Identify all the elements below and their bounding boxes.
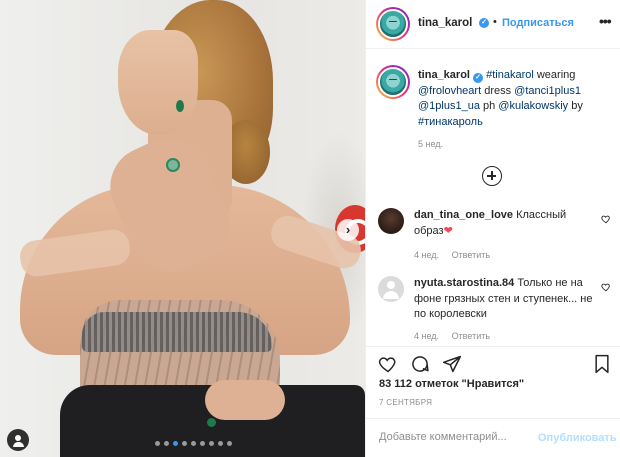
avatar[interactable] — [376, 7, 410, 41]
carousel-dot — [164, 441, 169, 446]
comment-input[interactable] — [379, 431, 539, 443]
caption-link[interactable]: @kulakowskiy — [498, 100, 568, 112]
face — [118, 30, 198, 135]
red-heart-emoji: ❤ — [443, 224, 453, 237]
carousel-dot — [155, 441, 160, 446]
caption-plain-text: by — [568, 100, 583, 112]
caption-link[interactable]: @tanci1plus1 — [514, 85, 581, 97]
plus-circle-icon[interactable] — [482, 166, 502, 186]
comment-username[interactable]: dan_tina_one_love — [414, 209, 513, 221]
reply-button[interactable]: Ответить — [452, 250, 490, 260]
reply-button[interactable]: Ответить — [452, 331, 490, 341]
avatar[interactable] — [378, 276, 404, 302]
emerald-earring — [176, 100, 184, 112]
carousel-dot — [191, 441, 196, 446]
post-header: tina_karol ✓ • Подписаться ••• — [366, 0, 620, 49]
heart-icon[interactable] — [378, 354, 398, 374]
likes-count[interactable]: 83 112 отметок "Нравится" — [379, 378, 524, 390]
avatar[interactable] — [376, 65, 410, 99]
hand-on-hip — [205, 380, 285, 420]
caption-plain-text: wearing — [533, 69, 576, 81]
comment-form: Опубликовать — [366, 418, 620, 457]
comment-timestamp[interactable]: 4 нед. — [414, 250, 439, 260]
post-photo[interactable]: › — [0, 0, 365, 457]
caption-text: tina_karol ✓ #tinakarol wearing @frolovh… — [418, 68, 616, 130]
carousel-dots — [155, 441, 232, 446]
comment-meta: 4 нед. Ответить — [414, 250, 490, 260]
carousel-dot — [209, 441, 214, 446]
post-panel: tina_karol ✓ • Подписаться ••• tina_karo… — [365, 0, 620, 457]
comment-text: nyuta.starostina.84 Только не на фоне гр… — [414, 276, 594, 323]
caption-username[interactable]: tina_karol — [418, 69, 470, 81]
comment-icon[interactable] — [410, 354, 430, 374]
carousel-dot — [182, 441, 187, 446]
avatar[interactable] — [378, 208, 404, 234]
carousel-dot — [227, 441, 232, 446]
heart-icon[interactable] — [601, 214, 611, 224]
post-date[interactable]: 7 СЕНТЯБРЯ — [379, 398, 432, 407]
comment-meta: 4 нед. Ответить — [414, 331, 490, 341]
bookmark-icon[interactable] — [593, 354, 611, 374]
caption-plain-text: dress — [481, 84, 515, 97]
follow-button[interactable]: Подписаться — [502, 17, 574, 29]
ring — [166, 158, 180, 172]
carousel-dot — [218, 441, 223, 446]
chevron-right-icon[interactable]: › — [337, 219, 359, 241]
caption-link[interactable]: @1plus1_ua — [418, 100, 480, 112]
paper-plane-icon[interactable] — [442, 354, 462, 374]
more-options-icon[interactable]: ••• — [599, 13, 612, 29]
caption-link[interactable]: @frolovheart — [418, 85, 481, 97]
heart-icon[interactable] — [601, 282, 611, 292]
caption-plain-text: ph — [479, 100, 499, 112]
carousel-dot — [200, 441, 205, 446]
verified-badge-icon: ✓ — [479, 18, 489, 28]
publish-button[interactable]: Опубликовать — [538, 432, 617, 444]
comment-username[interactable]: nyuta.starostina.84 — [414, 277, 514, 289]
carousel-dot — [173, 441, 178, 446]
corset-lace — [82, 312, 272, 352]
ring — [207, 418, 216, 427]
action-bar — [366, 346, 620, 378]
verified-badge-icon: ✓ — [473, 73, 484, 83]
comment-timestamp[interactable]: 4 нед. — [414, 331, 439, 341]
user-tag-icon[interactable] — [7, 429, 29, 451]
caption-timestamp[interactable]: 5 нед. — [418, 139, 443, 149]
separator-dot: • — [493, 16, 497, 28]
caption-link[interactable]: #тинакароль — [418, 116, 483, 128]
comment-text: dan_tina_one_love Классный образ❤ — [414, 208, 594, 239]
author-username[interactable]: tina_karol — [418, 17, 472, 29]
caption-link[interactable]: #tinakarol — [486, 69, 534, 81]
